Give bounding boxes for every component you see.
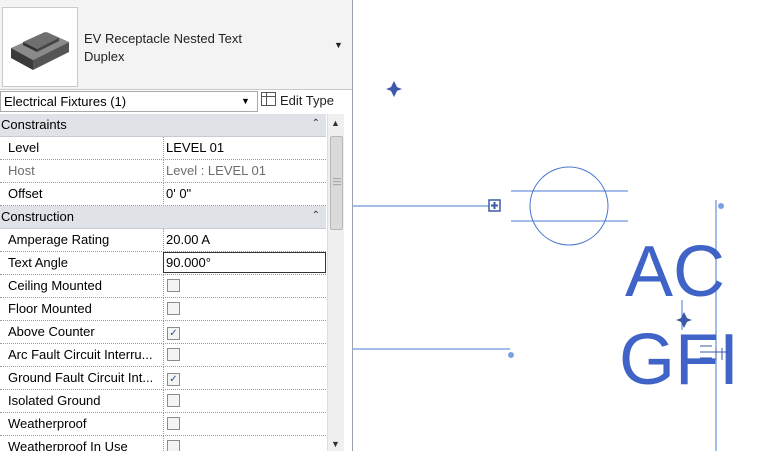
type-name-line1: EV Receptacle Nested Text xyxy=(84,31,243,46)
property-row-amperage[interactable]: Amperage Rating 20.00 A xyxy=(0,229,326,252)
property-row-floor-mounted[interactable]: Floor Mounted xyxy=(0,298,326,321)
checkmark-icon: ✓ xyxy=(169,328,178,339)
property-name: Amperage Rating xyxy=(0,229,164,250)
scroll-up-arrow-icon[interactable]: ▲ xyxy=(331,118,340,128)
group-header-construction[interactable]: Construction ⌃ xyxy=(0,206,326,229)
group-label: Constraints xyxy=(1,117,67,132)
property-name: Weatherproof xyxy=(0,413,164,434)
line-endpoint[interactable] xyxy=(508,352,514,358)
type-name-line2: Duplex xyxy=(84,49,125,64)
property-row-weatherproof-in-use[interactable]: Weatherproof In Use xyxy=(0,436,326,451)
type-name: EV Receptacle Nested Text Duplex xyxy=(84,30,294,66)
group-label: Construction xyxy=(1,209,74,224)
weatherproof-checkbox[interactable] xyxy=(167,417,180,430)
property-row-weatherproof[interactable]: Weatherproof xyxy=(0,413,326,436)
property-row-offset[interactable]: Offset 0' 0" xyxy=(0,183,326,206)
property-name: Ground Fault Circuit Int... xyxy=(0,367,164,388)
collapse-chevron-icon[interactable]: ⌃ xyxy=(312,113,320,135)
property-name: Isolated Ground xyxy=(0,390,164,411)
checkmark-icon: ✓ xyxy=(169,374,178,385)
drawing-canvas[interactable]: AC GFI xyxy=(353,0,768,451)
property-name: Above Counter xyxy=(0,321,164,342)
tag-text-gfi[interactable]: GFI xyxy=(619,320,739,400)
edit-type-icon xyxy=(261,92,276,106)
text-angle-input[interactable]: 90.000° xyxy=(163,252,326,273)
property-name: Offset xyxy=(0,183,164,204)
edit-type-button[interactable]: Edit Type xyxy=(261,91,334,111)
above-counter-checkbox[interactable]: ✓ xyxy=(167,327,180,340)
gfci-checkbox[interactable]: ✓ xyxy=(167,373,180,386)
property-row-text-angle[interactable]: Text Angle 90.000° xyxy=(0,252,326,275)
scroll-thumb[interactable]: — — — xyxy=(330,136,343,230)
property-row-level[interactable]: Level LEVEL 01 xyxy=(0,137,326,160)
arc-fault-checkbox[interactable] xyxy=(167,348,180,361)
dropdown-arrow-icon[interactable]: ▼ xyxy=(334,40,343,50)
collapse-chevron-icon[interactable]: ⌃ xyxy=(312,205,320,227)
property-value: Level : LEVEL 01 xyxy=(166,163,266,178)
floor-mounted-checkbox[interactable] xyxy=(167,302,180,315)
property-grid: Constraints ⌃ Level LEVEL 01 Host Level … xyxy=(0,114,326,451)
property-value[interactable]: 20.00 A xyxy=(164,229,326,250)
category-filter-dropdown[interactable]: Electrical Fixtures (1) ▼ xyxy=(0,91,258,112)
property-name: Weatherproof In Use xyxy=(0,436,164,451)
property-value[interactable]: 0' 0" xyxy=(164,183,326,204)
ceiling-mounted-checkbox[interactable] xyxy=(167,279,180,292)
property-name: Floor Mounted xyxy=(0,298,164,319)
property-row-arc-fault[interactable]: Arc Fault Circuit Interru... xyxy=(0,344,326,367)
property-name: Text Angle xyxy=(0,252,164,273)
property-row-ceiling-mounted[interactable]: Ceiling Mounted xyxy=(0,275,326,298)
property-name: Arc Fault Circuit Interru... xyxy=(0,344,164,365)
weatherproof-in-use-checkbox[interactable] xyxy=(167,440,180,451)
tag-text-ac[interactable]: AC xyxy=(625,232,725,312)
receptacle-symbol xyxy=(511,166,628,246)
isolated-ground-checkbox[interactable] xyxy=(167,394,180,407)
move-grip-icon[interactable] xyxy=(488,199,501,212)
property-value[interactable]: LEVEL 01 xyxy=(164,137,326,158)
rotate-grip-icon[interactable] xyxy=(386,81,402,97)
line-endpoint[interactable] xyxy=(718,203,724,209)
property-row-above-counter[interactable]: Above Counter ✓ xyxy=(0,321,326,344)
group-header-constraints[interactable]: Constraints ⌃ xyxy=(0,114,326,137)
property-row-isolated-ground[interactable]: Isolated Ground xyxy=(0,390,326,413)
property-name: Host xyxy=(0,160,164,181)
type-selector[interactable]: EV Receptacle Nested Text Duplex ▼ xyxy=(0,0,352,90)
scroll-down-arrow-icon[interactable]: ▼ xyxy=(331,439,340,449)
receptacle-thumbnail-icon xyxy=(2,7,78,87)
category-filter-bar: Electrical Fixtures (1) ▼ Edit Type xyxy=(0,90,352,113)
edit-type-label: Edit Type xyxy=(280,93,334,108)
property-name: Level xyxy=(0,137,164,158)
property-row-host: Host Level : LEVEL 01 xyxy=(0,160,326,183)
property-name: Ceiling Mounted xyxy=(0,275,164,296)
dropdown-arrow-icon: ▼ xyxy=(241,96,250,106)
scroll-grip-icon: — — — xyxy=(333,174,341,189)
category-filter-label: Electrical Fixtures (1) xyxy=(4,94,127,109)
property-row-gfci[interactable]: Ground Fault Circuit Int... ✓ xyxy=(0,367,326,390)
vertical-scrollbar[interactable]: ▲ — — — ▼ xyxy=(327,114,344,451)
properties-palette: EV Receptacle Nested Text Duplex ▼ Elect… xyxy=(0,0,353,451)
